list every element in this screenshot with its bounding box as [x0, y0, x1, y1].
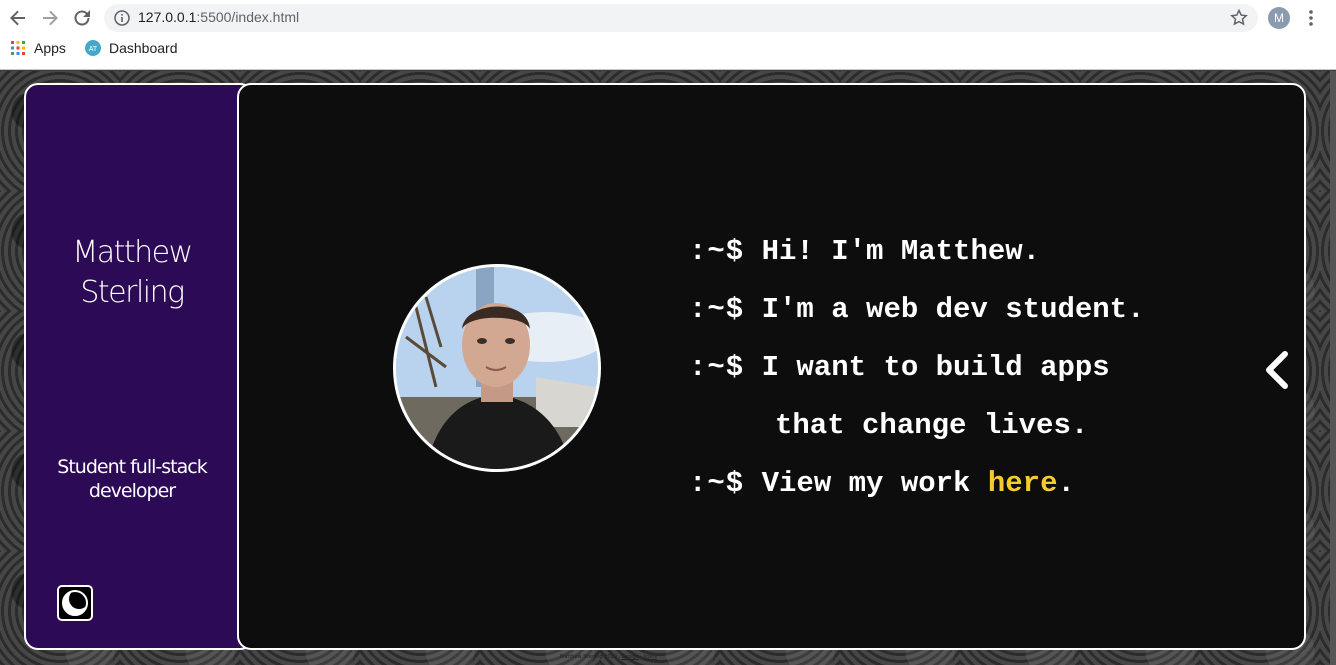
intro-text: I want to build apps [761, 351, 1110, 384]
scrollbar[interactable] [1330, 71, 1336, 665]
back-button[interactable] [6, 6, 30, 30]
bookmark-apps[interactable]: Apps [10, 40, 66, 56]
intro-text: Hi! I'm Matthew. [761, 235, 1041, 268]
prompt: :~$ [689, 467, 745, 500]
chevron-left-icon[interactable] [1261, 350, 1291, 390]
name-last: Sterling [80, 275, 185, 310]
tagline-line1: Student full-stack [57, 456, 207, 478]
url-host: 127.0.0.1 [138, 9, 197, 25]
footer-icons-link[interactable]: Icons [644, 654, 657, 660]
more-vert-icon[interactable] [1302, 8, 1320, 28]
prompt: :~$ [689, 293, 745, 326]
terminal-line-1: :~$ Hi! I'm Matthew. [689, 232, 1040, 272]
name-first: Matthew [72, 235, 193, 270]
prompt: :~$ [689, 235, 745, 268]
forward-button[interactable] [38, 6, 62, 30]
info-icon[interactable] [114, 10, 130, 26]
intro-text: I'm a web dev student. [761, 293, 1145, 326]
profile-tagline: Student full-stack developer [26, 455, 238, 503]
url-path: :5500/index.html [196, 9, 300, 25]
star-icon[interactable] [1230, 9, 1248, 27]
footer-text: Matthew Sterling 2020 · [560, 654, 621, 660]
reload-icon [74, 10, 90, 26]
profile-photo [393, 264, 601, 472]
theme-toggle-button[interactable] [57, 585, 93, 621]
terminal-line-4: :~$ View my work here. [689, 464, 1075, 504]
browser-toolbar: 127.0.0.1:5500/index.html M [0, 0, 1336, 36]
prompt: :~$ [689, 351, 745, 384]
bookmark-label: Apps [34, 40, 66, 56]
footer-separator: · [640, 654, 643, 660]
sidebar: Matthew Sterling Student full-stack deve… [24, 83, 254, 650]
arrow-right-icon [43, 10, 58, 26]
footer-design-link[interactable]: Design [622, 654, 639, 660]
period: . [1057, 467, 1075, 500]
bookmark-dashboard[interactable]: AT Dashboard [85, 40, 178, 56]
arrow-left-icon [10, 10, 25, 26]
browser-chrome: 127.0.0.1:5500/index.html M Apps AT Dash… [0, 0, 1336, 70]
terminal-line-3: :~$ I want to build apps [689, 348, 1110, 388]
work-link[interactable]: here [988, 467, 1058, 500]
reload-button[interactable] [70, 6, 94, 30]
bookmarks-bar: Apps AT Dashboard [0, 38, 1336, 64]
terminal-line-2: :~$ I'm a web dev student. [689, 290, 1145, 330]
dashboard-icon: AT [85, 40, 101, 56]
terminal-line-3-cont: that change lives. [775, 409, 1089, 442]
footer: Matthew Sterling 2020 · Design · Icons [560, 654, 657, 660]
address-bar[interactable]: 127.0.0.1:5500/index.html [104, 4, 1258, 32]
tagline-line2: developer [88, 480, 176, 502]
url-text[interactable]: 127.0.0.1:5500/index.html [138, 9, 299, 25]
intro-text: View my work [761, 467, 988, 500]
portrait-image [396, 267, 598, 469]
profile-avatar[interactable]: M [1268, 7, 1290, 29]
profile-name: Matthew Sterling [26, 233, 238, 313]
main-panel: :~$ Hi! I'm Matthew. :~$ I'm a web dev s… [237, 83, 1306, 650]
moon-icon [62, 589, 89, 616]
bookmark-label: Dashboard [109, 40, 178, 56]
svg-text:AT: AT [89, 46, 98, 53]
apps-grid-icon [11, 41, 25, 55]
